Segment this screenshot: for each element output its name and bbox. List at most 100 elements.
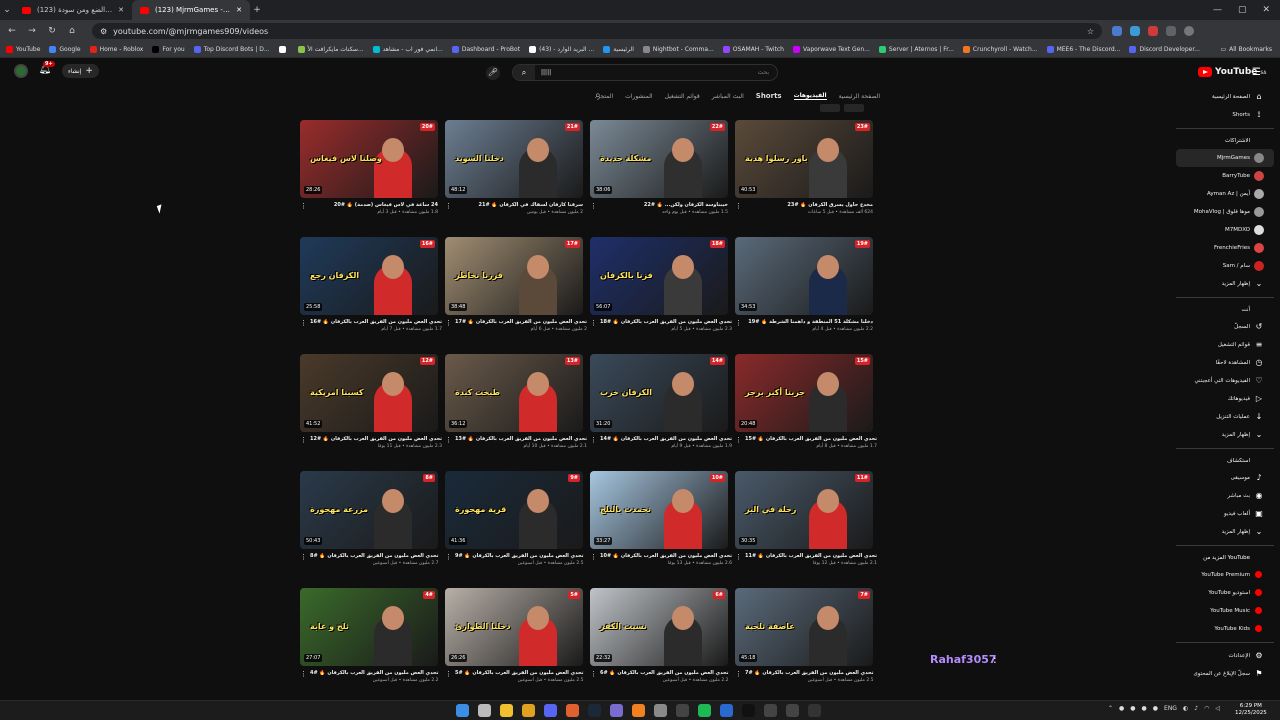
- video-thumbnail[interactable]: باور رسلوا هدية 23# 40:53: [735, 120, 873, 198]
- video-card[interactable]: مشكلة جديدة 22# 38:06 ⋮ خيبتاوسة الكرفان ولك…: [590, 120, 728, 218]
- sidebar-item-subscription[interactable]: MjrmGames: [1176, 149, 1274, 167]
- search-input[interactable]: ⌕ ||||| بحث: [512, 64, 778, 81]
- extension-icon[interactable]: [1166, 26, 1176, 36]
- bookmark-item[interactable]: Server | Aternos | Fr...: [878, 46, 954, 53]
- video-title[interactable]: تحدي العض مليون من الفريق العرب بالكرفان…: [455, 670, 584, 676]
- discord-icon[interactable]: [544, 704, 557, 717]
- tab-shorts[interactable]: Shorts: [756, 92, 782, 100]
- sidebar-item[interactable]: الفيديوهات التي أعجبتني ♡: [1170, 372, 1280, 390]
- video-title[interactable]: تحدي العض مليون من الفريق العرب بالكرفان…: [745, 553, 877, 559]
- bookmark-item[interactable]: Top Discord Bots | D...: [193, 46, 270, 53]
- sidebar-item-subscription[interactable]: Ayman Az | أيمن: [1170, 185, 1280, 203]
- you-heading[interactable]: أنت: [1170, 302, 1280, 318]
- bookmark-item[interactable]: Google: [49, 46, 81, 53]
- explore-heading[interactable]: استكشاف: [1170, 453, 1280, 469]
- video-thumbnail[interactable]: قرية مهجورة 9# 41:36: [445, 471, 583, 549]
- profile-avatar-icon[interactable]: [1184, 26, 1194, 36]
- video-card[interactable]: وصلنا لاس فيغاس 20# 28:26 ⋮ 24 ساعة في لاس ف…: [300, 120, 438, 218]
- sort-chip[interactable]: [820, 104, 840, 112]
- more-from-youtube-heading[interactable]: المزيد من YouTube: [1170, 550, 1280, 566]
- video-thumbnail[interactable]: جربنا أكبر برجر 15# 20:48: [735, 354, 873, 432]
- close-tab-icon[interactable]: ✕: [118, 6, 124, 14]
- tray-app-icon[interactable]: ●: [1119, 705, 1124, 712]
- bookmark-item[interactable]: MEE6 - The Discord...: [1046, 46, 1120, 53]
- extension-icon[interactable]: [1112, 26, 1122, 36]
- bookmark-star-icon[interactable]: ☆: [1087, 27, 1094, 36]
- more-actions-icon[interactable]: ⋮: [445, 553, 452, 566]
- video-card[interactable]: كسبنا امريكية 12# 41:52 ⋮ تحدي العض مليون من…: [300, 354, 442, 452]
- app-icon[interactable]: [720, 704, 733, 717]
- sidebar-item-subscription[interactable]: M7MDXO: [1170, 221, 1280, 239]
- bookmark-item[interactable]: OSAMAH - Twitch: [722, 46, 784, 53]
- maximize-icon[interactable]: ▢: [1238, 5, 1247, 15]
- sidebar-item[interactable]: بث مباشر ◉: [1170, 487, 1280, 505]
- tab-channel-tab[interactable]: الصفحة الرئيسية: [839, 93, 880, 100]
- sidebar-item[interactable]: الصفحة الرئيسية ⌂: [1170, 88, 1280, 106]
- more-actions-icon[interactable]: ⋮: [590, 553, 597, 566]
- bookmark-item[interactable]: [278, 46, 289, 53]
- more-actions-icon[interactable]: ⋮: [445, 319, 452, 332]
- bookmark-item[interactable]: Crunchyroll - Watch...: [962, 46, 1038, 53]
- video-card[interactable]: مزرعة مهجورة 8# 50:43 ⋮ تحدي العض مليون من ا…: [300, 471, 439, 569]
- bookmark-item[interactable]: الرئيسية: [603, 46, 634, 53]
- sidebar-item[interactable]: ألعاب فيديو ▣: [1170, 505, 1280, 523]
- vlc-icon[interactable]: [632, 704, 645, 717]
- extension-icon[interactable]: [1130, 26, 1140, 36]
- new-tab-button[interactable]: +: [250, 3, 264, 17]
- bookmark-item[interactable]: Home - Roblox: [89, 46, 143, 53]
- all-bookmarks[interactable]: ▭ All Bookmarks: [1220, 46, 1280, 53]
- app-icon[interactable]: [654, 704, 667, 717]
- sidebar-item[interactable]: YouTube Kids: [1170, 620, 1280, 638]
- sidebar-item[interactable]: YouTube Premium: [1170, 566, 1280, 584]
- video-thumbnail[interactable]: مشكلة جديدة 22# 38:06: [590, 120, 728, 198]
- more-actions-icon[interactable]: ⋮: [590, 319, 597, 332]
- app-icon[interactable]: [566, 704, 579, 717]
- video-thumbnail[interactable]: دخلنا الطوارئ 5# 26:26: [445, 588, 583, 666]
- video-card[interactable]: رحلة في البر 11# 30:35 ⋮ تحدي العض مليون من …: [735, 471, 877, 569]
- app-icon[interactable]: [610, 704, 623, 717]
- sidebar-item[interactable]: YouTube استوديو: [1170, 584, 1280, 602]
- address-bar[interactable]: ⚙ youtube.com/@mjrmgames909/videos ☆: [92, 23, 1102, 39]
- bookmark-item[interactable]: انمي فور اب - مشاهد...: [372, 46, 443, 53]
- reload-icon[interactable]: ↻: [44, 26, 60, 36]
- terminal-icon[interactable]: [676, 704, 689, 717]
- video-card[interactable]: طبخت كبدة 13# 36:12 ⋮ تحدي العض مليون من الف…: [445, 354, 587, 452]
- sidebar-item[interactable]: فيديوهاتك ▷: [1170, 390, 1280, 408]
- tab-channel-tab[interactable]: قوائم التشغيل: [665, 93, 700, 100]
- taskbar-clock[interactable]: 6:29 PM 12/25/2025: [1235, 703, 1267, 717]
- browser-tab-2[interactable]: (123) MjrmGames - YouTube ✕: [132, 0, 250, 20]
- wifi-icon[interactable]: ◠: [1204, 705, 1209, 712]
- spotify-icon[interactable]: [698, 704, 711, 717]
- video-card[interactable]: الكرفان رجع 16# 25:58 ⋮ تحدي العض مليون من ا…: [300, 237, 442, 335]
- start-icon[interactable]: [456, 704, 469, 717]
- close-window-icon[interactable]: ✕: [1262, 5, 1270, 15]
- sort-chip[interactable]: [844, 104, 864, 112]
- tray-chevron-icon[interactable]: ⌃: [1108, 705, 1113, 712]
- sidebar-item-subscription[interactable]: BarryTube: [1170, 167, 1280, 185]
- more-actions-icon[interactable]: ⋮: [445, 202, 452, 215]
- more-actions-icon[interactable]: ⋮: [300, 670, 307, 683]
- bookmark-item[interactable]: Discord Developer...: [1129, 46, 1200, 53]
- video-title[interactable]: 24 ساعة في لاس فيغاس (صدمة) 🔥 #20: [310, 202, 438, 208]
- bookmark-item[interactable]: YouTube: [6, 46, 40, 53]
- language-indicator[interactable]: ENG: [1164, 705, 1177, 712]
- more-actions-icon[interactable]: ⋮: [735, 436, 742, 449]
- video-title[interactable]: تحدي العض مليون من الفريق العرب بالكرفان…: [310, 670, 439, 676]
- video-title[interactable]: تحدي العض مليون من الفريق العرب بالكرفان…: [600, 553, 732, 559]
- tray-app-icon[interactable]: ●: [1130, 705, 1135, 712]
- video-thumbnail[interactable]: عاصفة ثلجية 7# 45:18: [735, 588, 873, 666]
- video-card[interactable]: دخلنا السويد 21# 48:12 ⋮ سرقنا كارفان لسفاك …: [445, 120, 583, 218]
- volume-icon[interactable]: ◁: [1215, 705, 1220, 712]
- tab-search-icon[interactable]: ⌄: [0, 3, 14, 17]
- channel-search-icon[interactable]: ⌕: [595, 90, 601, 101]
- app-icon[interactable]: [786, 704, 799, 717]
- video-title[interactable]: مخدع حاول يسرق الكرفان 🔥 #23: [745, 202, 873, 208]
- video-card[interactable]: نسيت الكفر 6# 22:32 ⋮ تحدي العض مليون من الف…: [590, 588, 729, 686]
- video-thumbnail[interactable]: مزرعة مهجورة 8# 50:43: [300, 471, 438, 549]
- bookmark-item[interactable]: Vaporwave Text Gen...: [793, 46, 870, 53]
- sidebar-item[interactable]: الإعدادات ⚙: [1170, 647, 1280, 665]
- more-actions-icon[interactable]: ⋮: [300, 436, 307, 449]
- video-thumbnail[interactable]: دخلنا السويد 21# 48:12: [445, 120, 583, 198]
- video-thumbnail[interactable]: وصلنا لاس فيغاس 20# 28:26: [300, 120, 438, 198]
- sidebar-item[interactable]: موسيقى ♪: [1170, 469, 1280, 487]
